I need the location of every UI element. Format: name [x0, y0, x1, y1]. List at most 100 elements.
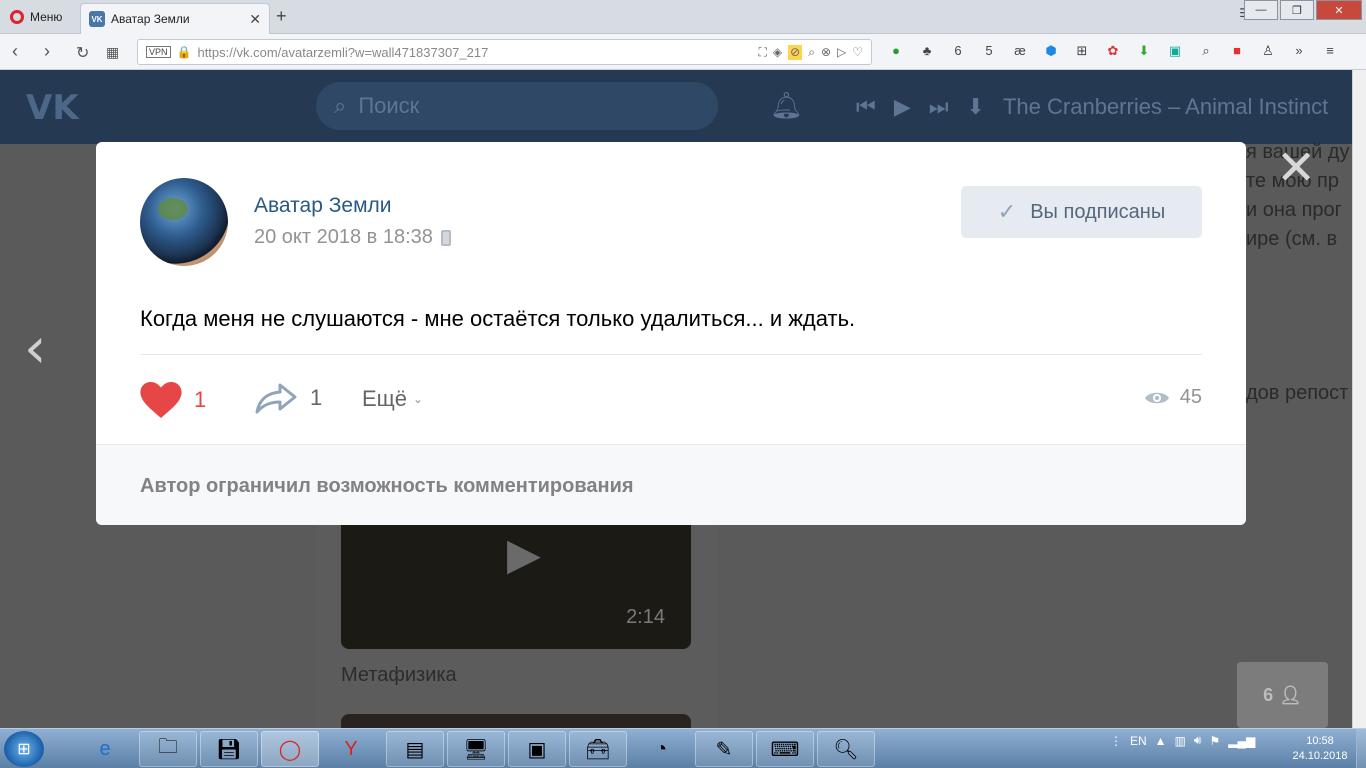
close-modal-icon[interactable]: ✕	[1276, 140, 1316, 196]
vk-logo-icon[interactable]: VK	[26, 88, 79, 128]
previous-post-arrow-icon[interactable]: ‹	[24, 316, 46, 381]
speed-dial-icon[interactable]: ▦	[106, 44, 119, 61]
opera-taskbar-icon[interactable]: ◯	[261, 731, 319, 767]
vk-search-bar[interactable]: ⌕ Поиск	[316, 82, 718, 130]
heart-icon	[140, 382, 182, 418]
download-extension-icon[interactable]: ⬇	[1134, 43, 1154, 59]
send-icon[interactable]: ▷	[837, 45, 846, 60]
reload-icon[interactable]: ↻	[76, 43, 89, 63]
windows-taskbar: ⊞ e 🗀︎ 💾︎ ◯ Y ▤ 🖥︎ ▣ 🧰︎ ◔ ✎ ⌨︎ 🔍︎ ⋮ EN ▲…	[0, 728, 1366, 768]
restore-button[interactable]: ❐	[1280, 0, 1314, 20]
page-scrollbar[interactable]	[1352, 70, 1366, 728]
url-text: https://vk.com/avatarzemli?w=wall4718373…	[197, 44, 489, 60]
play-icon[interactable]: ▶︎	[894, 94, 911, 120]
like-button[interactable]: 1	[140, 382, 206, 418]
lock-icon[interactable]: 🔒	[177, 45, 192, 59]
browser-tab[interactable]: VK Аватар Земли ✕	[80, 3, 270, 34]
tray-expand-icon[interactable]: ▲	[1155, 734, 1167, 748]
internet-explorer-icon[interactable]: e	[76, 731, 134, 767]
subscribed-button[interactable]: ✓ Вы подписаны	[961, 186, 1202, 238]
keyboard-app-icon[interactable]: ⌨︎	[756, 731, 814, 767]
next-track-icon[interactable]: ⏭︎	[929, 94, 949, 120]
adblock-icon[interactable]: ⊘	[788, 45, 803, 60]
browser-tab-bar: Меню VK Аватар Земли ✕ + ☰ — ❐ ✕	[0, 0, 1366, 34]
save-disk-icon[interactable]: 💾︎	[200, 731, 258, 767]
new-tab-button[interactable]: +	[276, 6, 287, 27]
network-signal-icon[interactable]: ▂▄▆	[1228, 734, 1255, 748]
show-desktop-button[interactable]	[1356, 729, 1366, 768]
window-close-button[interactable]: ✕	[1316, 0, 1362, 20]
cube-icon[interactable]: ◈	[773, 45, 782, 60]
language-indicator[interactable]: EN	[1130, 734, 1147, 748]
ae-extension-icon[interactable]: æ	[1010, 43, 1030, 59]
file-explorer-icon[interactable]: 🗀︎	[139, 731, 197, 767]
download-track-icon[interactable]: ⬇	[967, 94, 985, 120]
red-extension-icon[interactable]: ■	[1227, 43, 1247, 59]
shield-icon[interactable]: ⊗	[821, 45, 831, 60]
flower-extension-icon[interactable]: ✿	[1103, 43, 1123, 59]
avatar[interactable]	[140, 178, 228, 266]
search-extension-icon[interactable]: ⌕	[1196, 43, 1216, 59]
scrollbar-thumb[interactable]	[1355, 88, 1365, 768]
back-icon[interactable]: ‹	[12, 41, 18, 62]
share-arrow-icon	[255, 383, 297, 414]
views-count: 45	[1179, 386, 1202, 408]
start-button[interactable]: ⊞	[4, 731, 44, 767]
now-playing-title[interactable]: The Cranberries – Animal Instinct	[1003, 94, 1328, 120]
background-video-thumbnail[interactable]: ▶︎ 2:14	[341, 525, 691, 649]
notifications-bell-icon[interactable]: 🔔︎	[770, 90, 803, 121]
clock[interactable]: 10:58 24.10.2018	[1290, 734, 1350, 764]
divider	[140, 354, 1202, 355]
tab-close-icon[interactable]: ✕	[249, 11, 261, 28]
more-extensions-icon[interactable]: »	[1289, 43, 1309, 59]
audio-player: ⏮︎ ▶︎ ⏭︎ ⬇ The Cranberries – Animal Inst…	[856, 94, 1328, 120]
search-tool-icon[interactable]: 🔍︎	[817, 731, 875, 767]
post-actions: 1 1 Ещё ⌄ 45	[140, 378, 1202, 422]
acorn-extension-icon[interactable]: ♣	[917, 43, 937, 59]
prev-track-icon[interactable]: ⏮︎	[856, 94, 876, 120]
opera-menu-button[interactable]: Меню	[4, 4, 76, 30]
online-count: 6	[1263, 684, 1274, 705]
zoom-icon[interactable]: ⌕	[808, 45, 815, 60]
bookmark-heart-icon[interactable]: ♡	[852, 45, 863, 60]
tray-grip-icon: ⋮	[1110, 733, 1122, 748]
ring-app-icon[interactable]: ◔	[632, 731, 690, 767]
share-count: 1	[310, 385, 323, 410]
share-extension-icon[interactable]: ⬢	[1041, 43, 1061, 59]
control-panel-icon[interactable]: ▣	[508, 731, 566, 767]
browser-menu-icon[interactable]: ≡	[1320, 43, 1340, 59]
minimize-button[interactable]: —	[1244, 0, 1278, 20]
windows-extension-icon[interactable]: ⊞	[1072, 43, 1092, 59]
chart-editor-icon[interactable]: ✎	[695, 731, 753, 767]
green-circle-extension-icon[interactable]: ●	[886, 43, 906, 59]
vk-favicon-icon: VK	[89, 11, 105, 27]
volume-icon[interactable]: 🔊︎	[1194, 733, 1202, 748]
more-dropdown[interactable]: Ещё ⌄	[362, 386, 423, 412]
mobile-phone-icon	[440, 229, 451, 246]
eye-icon	[1144, 392, 1169, 403]
background-video-thumbnail-2[interactable]	[341, 714, 691, 728]
flag-icon[interactable]: ⚑	[1209, 734, 1220, 748]
translate-icon[interactable]: ⛶	[759, 45, 767, 60]
extensions-bar: ● ♣ 6 5 æ ⬢ ⊞ ✿ ⬇ ▣ ⌕ ■ ♙ » ≡	[886, 43, 1340, 59]
network-app-icon[interactable]: 🖥︎	[447, 731, 505, 767]
extension-badge-6[interactable]: 6	[948, 43, 968, 59]
vpn-badge[interactable]: VPN	[146, 46, 171, 58]
device-icon[interactable]: ▥	[1175, 734, 1186, 748]
lock-extension-icon[interactable]: ▣	[1165, 43, 1185, 59]
share-button[interactable]: 1	[254, 382, 322, 414]
video-play-icon[interactable]: ▶︎	[507, 529, 541, 580]
author-name[interactable]: Аватар Земли	[254, 194, 392, 218]
yandex-icon[interactable]: Y	[322, 731, 380, 767]
chat-online-button[interactable]: 6 👤︎	[1237, 662, 1328, 728]
figure-extension-icon[interactable]: ♙	[1258, 43, 1278, 59]
video-title[interactable]: Метафизика	[341, 664, 457, 687]
url-field[interactable]: VPN 🔒 https://vk.com/avatarzemli?w=wall4…	[137, 39, 872, 65]
forward-icon[interactable]: ›	[44, 41, 50, 62]
extension-badge-5[interactable]: 5	[979, 43, 999, 59]
toolbox-icon[interactable]: 🧰︎	[569, 731, 627, 767]
comments-restricted-note: Автор ограничил возможность комментирова…	[140, 475, 634, 497]
user-icon: 👤︎	[1279, 684, 1302, 705]
post-date[interactable]: 20 окт 2018 в 18:38	[254, 226, 433, 249]
monitor-app-icon[interactable]: ▤	[386, 731, 444, 767]
